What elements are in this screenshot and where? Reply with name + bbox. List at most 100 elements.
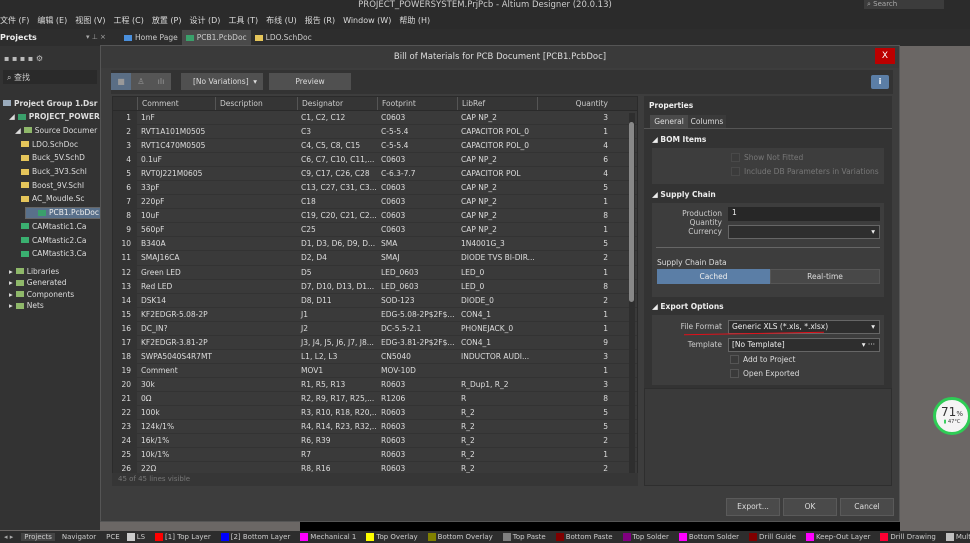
open-exported-checkbox[interactable] xyxy=(730,369,739,378)
projects-search-input[interactable]: ⌕ 查找 xyxy=(3,70,97,84)
cpu-gauge[interactable]: 71% ▮ 47°C xyxy=(933,397,970,435)
column-header-designator[interactable]: Designator xyxy=(297,97,377,110)
tree-item[interactable]: Buck_5V.SchD xyxy=(0,152,100,164)
table-row[interactable]: 8 10uF C19, C20, C21, C2... C0603 CAP NP_2 8 xyxy=(113,209,637,224)
column-header-footprint[interactable]: Footprint xyxy=(377,97,457,110)
bom-items-section[interactable]: ◢ BOM Items xyxy=(652,135,706,144)
tree-item[interactable]: LDO.SchDoc xyxy=(0,138,100,150)
layer-tab[interactable]: Top Paste xyxy=(502,533,546,541)
search-input[interactable]: ⌕ Search xyxy=(864,0,944,9)
production-quantity-input[interactable]: 1 xyxy=(728,207,880,221)
tree-item[interactable]: Boost_9V.SchI xyxy=(0,179,100,191)
panel-toolbar-icons[interactable]: ▪ ▪ ▪ ▪ ⚙ xyxy=(4,54,43,63)
show-not-fitted-checkbox[interactable] xyxy=(731,153,740,162)
tree-item[interactable]: Buck_3V3.Schl xyxy=(0,166,100,178)
column-header-description[interactable]: Description xyxy=(215,97,297,110)
tab-general[interactable]: General xyxy=(650,115,688,128)
ok-button[interactable]: OK xyxy=(783,498,837,516)
table-row[interactable]: 14 DSK14 D8, D11 SOD-123 DIODE_0 2 xyxy=(113,293,637,308)
tree-item[interactable]: CAMtastic2.Ca xyxy=(0,234,100,246)
tree-item[interactable]: ▸ Components xyxy=(0,288,100,300)
menu-item[interactable]: 放置 (P) xyxy=(152,15,182,26)
table-row[interactable]: 1 1nF C1, C2, C12 C0603 CAP NP_2 3 xyxy=(113,111,637,126)
scrollbar-thumb[interactable] xyxy=(629,122,634,302)
table-row[interactable]: 12 Green LED D5 LED_0603 LED_0 1 xyxy=(113,265,637,280)
tree-item[interactable]: CAMtastic1.Ca xyxy=(0,220,100,232)
expand-arrow-icon[interactable]: ▸ xyxy=(9,267,13,276)
tab-home-page[interactable]: Home Page xyxy=(120,30,182,45)
layer-tab[interactable]: [2] Bottom Layer xyxy=(220,533,290,541)
flat-view-icon[interactable]: ■ xyxy=(111,73,131,90)
layer-tab[interactable]: Drill Guide xyxy=(749,533,796,541)
tree-item[interactable]: PCB1.PcbDoc xyxy=(25,206,111,219)
currency-dropdown[interactable]: ▾ xyxy=(728,225,880,239)
tree-item[interactable]: ▸ Generated xyxy=(0,277,100,289)
table-row[interactable]: 11 SMAJ16CA D2, D4 SMAJ DIODE TVS BI-DIR... 2 xyxy=(113,251,637,266)
table-row[interactable]: 20 30k R1, R5, R13 R0603 R_Dup1, R_2 3 xyxy=(113,377,637,392)
scroll-arrows-icon[interactable]: ◂ ▸ xyxy=(0,533,17,541)
column-header-quantity[interactable]: Quantity xyxy=(537,97,612,110)
tree-item[interactable]: ▸ Libraries xyxy=(0,265,100,277)
table-row[interactable]: 4 0.1uF C6, C7, C10, C11,... C0603 CAP NP_2 6 xyxy=(113,153,637,168)
tree-item[interactable]: ◢ Source Documer xyxy=(0,124,100,136)
table-row[interactable]: 23 124k/1% R4, R14, R23, R32,... R0603 R_2 5 xyxy=(113,420,637,435)
layer-tab[interactable]: LS xyxy=(126,533,145,541)
layer-tab[interactable]: Drill Drawing xyxy=(880,533,936,541)
layer-tab[interactable]: Keep-Out Layer xyxy=(805,533,870,541)
expand-arrow-icon[interactable]: ◢ xyxy=(9,112,15,121)
layer-tab[interactable]: Bottom Solder xyxy=(678,533,739,541)
chart-view-icon[interactable]: ılı xyxy=(151,73,171,90)
table-row[interactable]: 22 100k R3, R10, R18, R20,... R0603 R_2 5 xyxy=(113,405,637,421)
tree-item[interactable]: ◢ PROJECT_POWER xyxy=(0,111,100,123)
table-row[interactable]: 5 RVT0J221M0605 C9, C17, C26, C28 C-6.3-7.7… xyxy=(113,167,637,182)
table-row[interactable]: 6 33pF C13, C27, C31, C3... C0603 CAP NP_2 5 xyxy=(113,181,637,196)
menu-item[interactable]: 编辑 (E) xyxy=(37,15,67,26)
table-row[interactable]: 2 RVT1A101M0505 C3 C-5-5.4 CAPACITOR POL_0 1 xyxy=(113,125,637,140)
tab-columns[interactable]: Columns xyxy=(688,115,726,128)
tree-item[interactable]: ▸ Nets xyxy=(0,300,100,312)
menu-item[interactable]: 布线 (U) xyxy=(266,15,297,26)
menu-item[interactable]: 帮助 (H) xyxy=(399,15,430,26)
cached-toggle[interactable]: Cached xyxy=(657,269,770,284)
tree-item[interactable]: AC_Moudle.Sc xyxy=(0,193,100,205)
layer-tab[interactable]: Top Solder xyxy=(622,533,669,541)
table-row[interactable]: 15 KF2EDGR-5.08-2P J1 EDG-5.08-2P$2F$... CON… xyxy=(113,307,637,322)
status-tab-projects[interactable]: Projects xyxy=(21,533,55,541)
layer-tab[interactable]: Mechanical 1 xyxy=(300,533,356,541)
table-row[interactable]: 10 B340A D1, D3, D6, D9, D... SMA 1N4001G_3 5 xyxy=(113,237,637,252)
menu-item[interactable]: 视图 (V) xyxy=(75,15,105,26)
export-options-section[interactable]: ◢ Export Options xyxy=(652,302,724,311)
table-row[interactable]: 19 Comment MOV1 MOV-10D 1 xyxy=(113,363,637,378)
realtime-toggle[interactable]: Real-time xyxy=(770,269,880,284)
table-row[interactable]: 7 220pF C18 C0603 CAP NP_2 1 xyxy=(113,195,637,210)
tab-ldo-schdoc[interactable]: LDO.SchDoc xyxy=(251,30,316,45)
expand-arrow-icon[interactable]: ▸ xyxy=(9,301,13,310)
table-row[interactable]: 13 Red LED D7, D10, D13, D1... LED_0603 LED_… xyxy=(113,279,637,294)
column-header-libref[interactable]: LibRef xyxy=(457,97,537,110)
column-header-index[interactable] xyxy=(113,97,137,110)
pin-close-icons[interactable]: ▾ ⊥ × xyxy=(86,33,106,41)
tree-item[interactable]: CAMtastic3.Ca xyxy=(0,248,100,260)
layer-tab[interactable]: Bottom Paste xyxy=(555,533,613,541)
layer-tab[interactable]: Multi-La xyxy=(945,533,970,541)
info-icon[interactable]: i xyxy=(871,75,889,89)
table-row[interactable]: 24 16k/1% R6, R39 R0603 R_2 2 xyxy=(113,434,637,449)
preview-button[interactable]: Preview xyxy=(269,73,351,90)
template-dropdown[interactable]: [No Template] ▾ ··· xyxy=(728,338,880,352)
menu-item[interactable]: 文件 (F) xyxy=(0,15,29,26)
tree-item[interactable]: Project Group 1.Dsr xyxy=(0,97,100,109)
table-row[interactable]: 25 10k/1% R7 R0603 R_2 1 xyxy=(113,448,637,463)
status-tab-pce[interactable]: PCE xyxy=(103,533,123,541)
menu-item[interactable]: 设计 (D) xyxy=(189,15,220,26)
base-view-icon[interactable]: ♙ xyxy=(131,73,151,90)
close-button[interactable]: X xyxy=(875,48,895,64)
table-row[interactable]: 18 SWPA5040S4R7MT L1, L2, L3 CN5040 INDUCTOR… xyxy=(113,349,637,364)
menu-item[interactable]: Window (W) xyxy=(343,16,391,25)
status-tab-navigator[interactable]: Navigator xyxy=(59,533,99,541)
variations-dropdown[interactable]: [No Variations] ▾ xyxy=(181,73,263,90)
export-button[interactable]: Export... xyxy=(726,498,780,516)
layer-tab[interactable]: Top Overlay xyxy=(366,533,418,541)
expand-arrow-icon[interactable]: ▸ xyxy=(9,290,13,299)
include-db-checkbox[interactable] xyxy=(731,167,740,176)
table-row[interactable]: 3 RVT1C470M0505 C4, C5, C8, C15 C-5-5.4 CAPA… xyxy=(113,139,637,154)
